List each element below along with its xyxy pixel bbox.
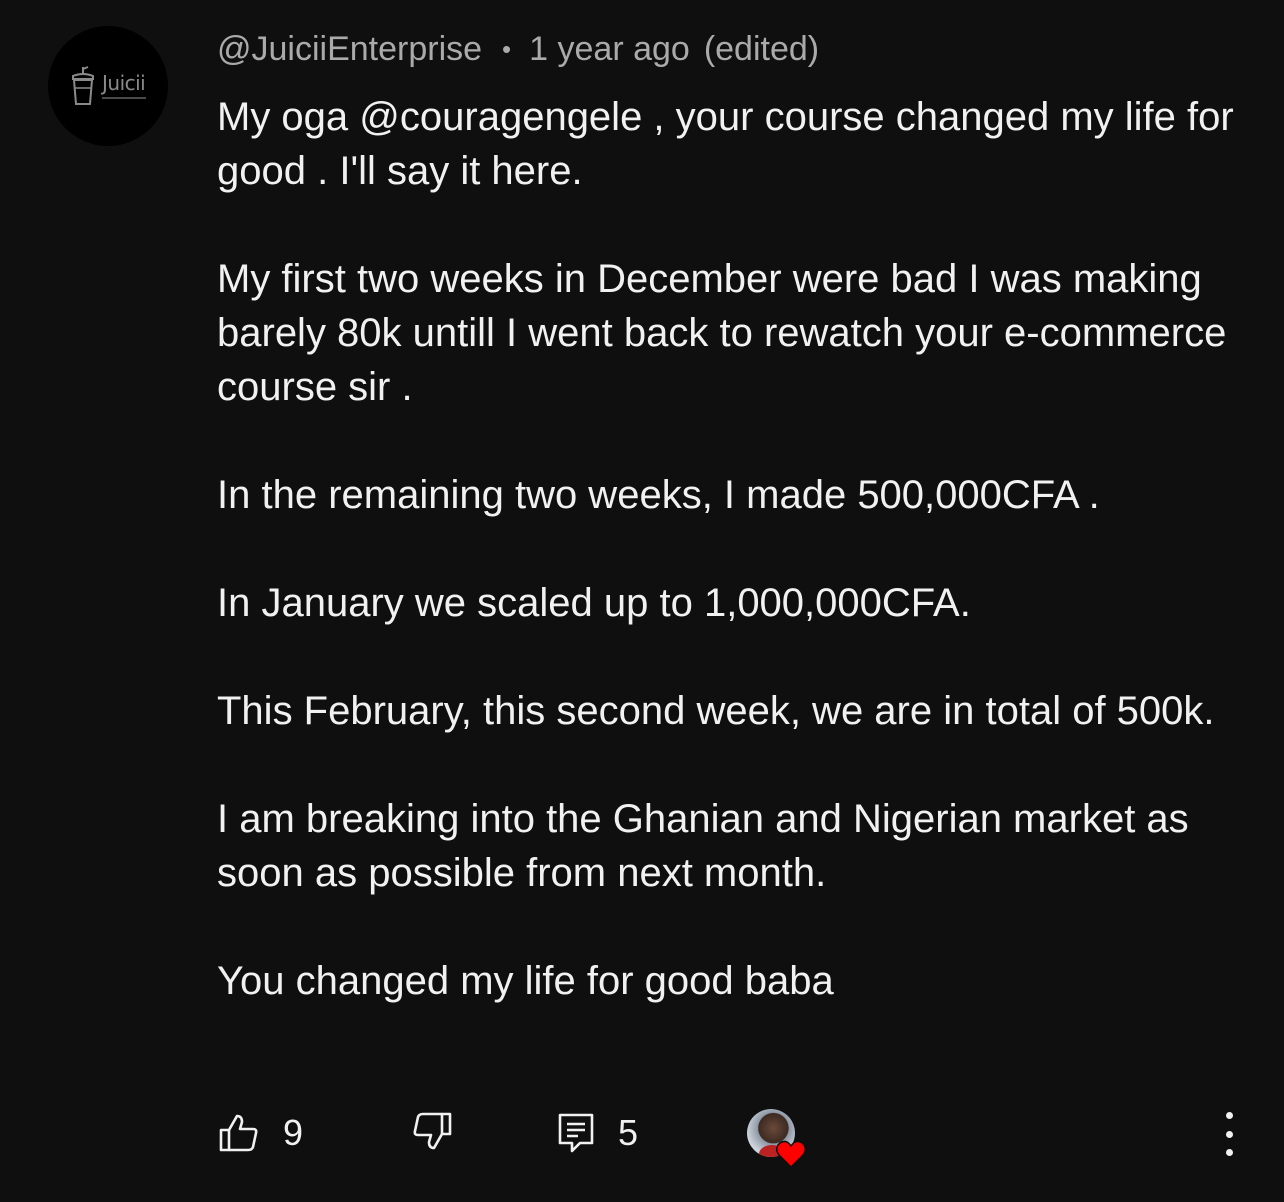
thumbs-up-icon [219, 1114, 259, 1152]
edited-label: (edited) [703, 30, 820, 68]
heart-icon [775, 1139, 807, 1174]
reply-button[interactable]: 5 [558, 1112, 638, 1154]
comment-time[interactable]: 1 year ago [529, 30, 690, 69]
like-button[interactable]: 9 [219, 1112, 303, 1154]
comment-header: @JuiciiEnterprise • 1 year ago (edited) [217, 30, 819, 69]
reply-icon [558, 1113, 594, 1153]
avatar-brand: Juicii [102, 73, 146, 99]
separator-dot: • [502, 34, 512, 64]
more-vertical-icon[interactable] [1214, 1112, 1244, 1156]
author-avatar[interactable]: Juicii [48, 26, 168, 146]
dislike-button[interactable] [412, 1112, 452, 1150]
cup-icon [70, 66, 96, 106]
author-handle[interactable]: @JuiciiEnterprise [217, 30, 482, 69]
reply-count: 5 [618, 1112, 639, 1153]
thumbs-down-icon [412, 1112, 452, 1150]
comment-paragraph: This February, this second week, we are … [217, 689, 1215, 733]
avatar-brand-tagline-line [102, 97, 146, 99]
comment-paragraph: You changed my life for good baba [217, 959, 834, 1003]
comment-paragraph: In the remaining two weeks, I made 500,0… [217, 473, 1100, 517]
comment-paragraph: My first two weeks in December were bad … [217, 257, 1227, 409]
creator-heart-badge [747, 1109, 807, 1169]
like-count: 9 [283, 1112, 304, 1153]
comment-paragraph: In January we scaled up to 1,000,000CFA. [217, 581, 971, 625]
comment-paragraph: I am breaking into the Ghanian and Niger… [217, 797, 1189, 895]
comment-actions: 9 5 [0, 1104, 1284, 1169]
avatar-brand-name: Juicii [102, 71, 146, 95]
comment-paragraph: My oga @couragengele , your course chang… [217, 95, 1234, 193]
comment-body: My oga @couragengele , your course chang… [217, 90, 1247, 1008]
